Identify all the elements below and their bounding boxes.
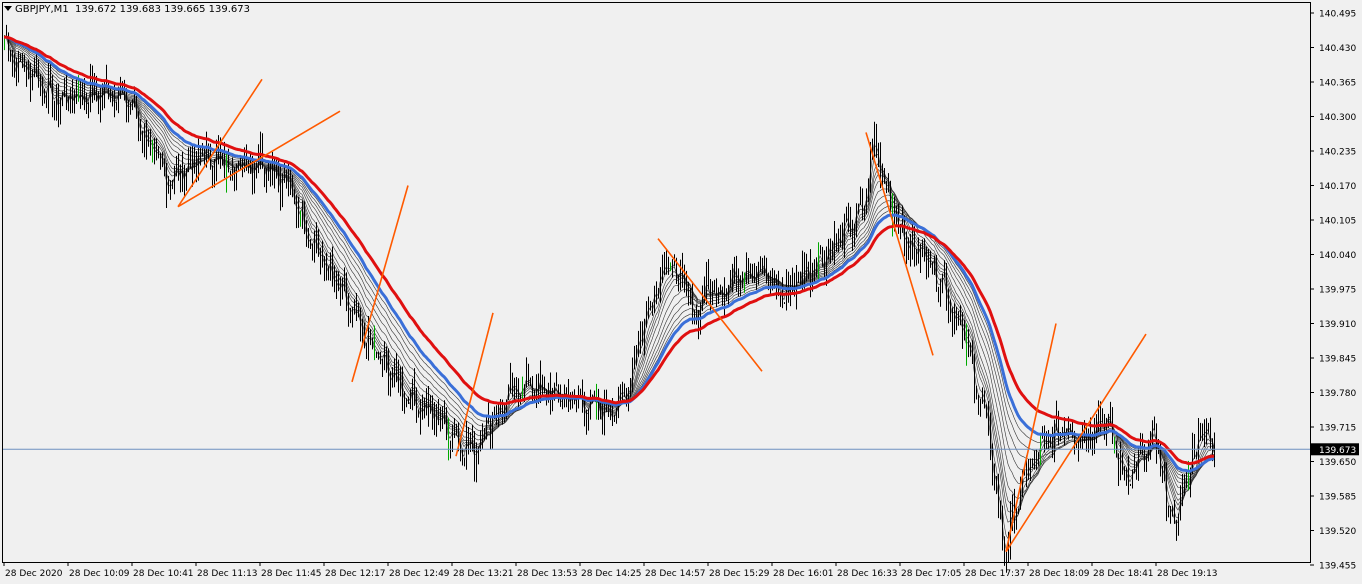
x-tick-label: 28 Dec 2020 (5, 569, 63, 579)
current-price-label: 139.673 (1319, 446, 1356, 456)
y-tick-label: 139.910 (1319, 320, 1356, 330)
x-tick-label: 28 Dec 18:09 (1029, 569, 1090, 579)
current-price-tag: 139.673 (1311, 443, 1359, 456)
x-tick-label: 28 Dec 16:33 (837, 569, 898, 579)
x-tick-label: 28 Dec 19:13 (1157, 569, 1218, 579)
x-tick-label: 28 Dec 16:01 (773, 569, 834, 579)
y-tick-label: 139.845 (1319, 355, 1356, 365)
y-tick-label: 139.455 (1319, 562, 1356, 572)
chart-background (0, 0, 1362, 584)
x-tick-label: 28 Dec 13:21 (453, 569, 514, 579)
symbol-label: GBPJPY,M1 (15, 4, 69, 15)
x-tick-label: 28 Dec 12:17 (325, 569, 386, 579)
y-tick-label: 139.520 (1319, 527, 1356, 537)
x-tick-label: 28 Dec 11:45 (261, 569, 322, 579)
y-tick-label: 139.650 (1319, 458, 1356, 468)
y-tick-label: 139.975 (1319, 286, 1356, 296)
x-tick-label: 28 Dec 13:53 (517, 569, 578, 579)
dropdown-triangle-icon[interactable] (4, 6, 12, 11)
x-tick-label: 28 Dec 10:41 (133, 569, 194, 579)
x-tick-label: 28 Dec 17:05 (901, 569, 962, 579)
y-tick-label: 140.235 (1319, 148, 1356, 158)
y-tick-label: 140.365 (1319, 79, 1356, 89)
x-tick-label: 28 Dec 10:09 (69, 569, 130, 579)
price-chart[interactable]: 140.495 140.430 140.365 140.300 140.235 140.1… (0, 0, 1362, 584)
x-tick-label: 28 Dec 11:13 (197, 569, 258, 579)
y-tick-label: 140.170 (1319, 182, 1356, 192)
y-tick-label: 139.585 (1319, 493, 1356, 503)
ohlc-values: 139.672 139.683 139.665 139.673 (75, 4, 250, 15)
x-tick-label: 28 Dec 18:41 (1093, 569, 1154, 579)
y-tick-label: 139.715 (1319, 424, 1356, 434)
x-tick-label: 28 Dec 14:57 (645, 569, 706, 579)
y-tick-label: 140.495 (1319, 10, 1356, 20)
x-tick-label: 28 Dec 15:29 (709, 569, 770, 579)
x-tick-label: 28 Dec 14:25 (581, 569, 642, 579)
x-tick-label: 28 Dec 12:49 (389, 569, 450, 579)
x-tick-label: 28 Dec 17:37 (965, 569, 1026, 579)
y-tick-label: 140.430 (1319, 44, 1356, 54)
y-tick-label: 139.780 (1319, 389, 1356, 399)
chart-header: GBPJPY,M1 139.672 139.683 139.665 139.67… (4, 4, 250, 15)
y-tick-label: 140.105 (1319, 217, 1356, 227)
y-tick-label: 140.040 (1319, 251, 1356, 261)
y-tick-label: 140.300 (1319, 113, 1356, 123)
